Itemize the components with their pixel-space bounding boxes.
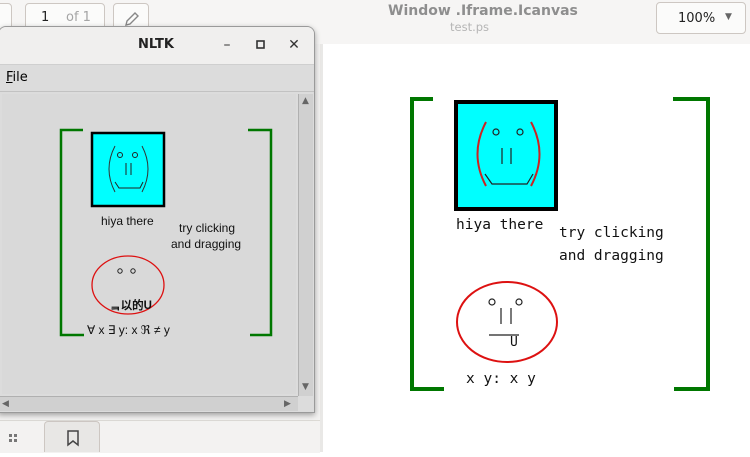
- horizontal-scrollbar[interactable]: ◀ ▶: [0, 396, 298, 411]
- scroll-down-icon[interactable]: ▼: [302, 382, 309, 392]
- chevron-down-icon: ▼: [725, 12, 732, 22]
- page-of: of 1: [66, 10, 91, 25]
- page-label-try1: try clicking: [559, 225, 664, 241]
- page-face-box: [454, 100, 558, 211]
- page-oval-eye-right: [515, 298, 523, 306]
- close-button[interactable]: ✕: [284, 35, 304, 55]
- canvas-label-face: hiya there: [101, 214, 154, 228]
- canvas-face-box: [90, 131, 166, 208]
- page-label-face: hiya there: [456, 217, 544, 233]
- scroll-right-icon[interactable]: ▶: [284, 399, 291, 409]
- page-formula: x y: x y: [466, 371, 536, 387]
- page-oval-u: U: [510, 335, 518, 350]
- thumbnails-tab[interactable]: [0, 421, 42, 452]
- pencil-icon: [125, 12, 139, 26]
- canvas-oval-eye-right: [130, 268, 136, 274]
- canvas-left-bracket: [59, 128, 84, 337]
- document-title: Window .Iframe.Icanvas: [388, 3, 578, 19]
- page-right-bracket: [673, 97, 710, 391]
- page-oval-eye-left: [488, 298, 496, 306]
- maximize-icon: [256, 40, 265, 49]
- canvas-drawing: [59, 128, 273, 337]
- page-current: 1: [41, 10, 50, 25]
- bookmark-icon: [67, 430, 79, 447]
- zoom-select[interactable]: 100% ▼: [656, 2, 746, 34]
- canvas-oval-eye-left: [117, 268, 123, 274]
- canvas-formula: ∀ x ∃ y: x ℜ ≠ y: [87, 323, 170, 337]
- page-left-bracket: [410, 97, 444, 391]
- vertical-scrollbar[interactable]: ▲ ▼: [298, 94, 313, 396]
- document-page: hiya there try clicking and dragging U x…: [323, 44, 750, 452]
- grid-icon: [9, 434, 17, 442]
- nltk-canvas[interactable]: hiya there try clicking and dragging ᆿ以的…: [2, 94, 296, 394]
- nltk-menubar: File: [0, 65, 314, 92]
- nltk-window-title: NLTK: [138, 37, 174, 52]
- document-filename: test.ps: [450, 20, 490, 34]
- bookmarks-tab[interactable]: [44, 421, 100, 452]
- scroll-up-icon[interactable]: ▲: [302, 96, 309, 106]
- page-oval: [456, 281, 558, 363]
- maximize-button[interactable]: [251, 35, 271, 55]
- canvas-label-try1: try clicking: [179, 221, 236, 235]
- menu-file[interactable]: File: [6, 70, 28, 85]
- canvas-jumble: ᆿ以的U: [110, 300, 152, 312]
- minimize-button[interactable]: –: [217, 35, 237, 55]
- scroll-left-icon[interactable]: ◀: [2, 399, 9, 409]
- canvas-right-bracket: [248, 128, 273, 337]
- page-drawing: [410, 97, 710, 391]
- nltk-window: NLTK – ✕ File hiya there try clicking an…: [0, 26, 315, 413]
- zoom-value: 100%: [678, 11, 716, 26]
- page-label-try2: and dragging: [559, 248, 664, 264]
- canvas-label-try2: and dragging: [171, 237, 242, 251]
- nltk-titlebar[interactable]: NLTK – ✕: [0, 27, 314, 65]
